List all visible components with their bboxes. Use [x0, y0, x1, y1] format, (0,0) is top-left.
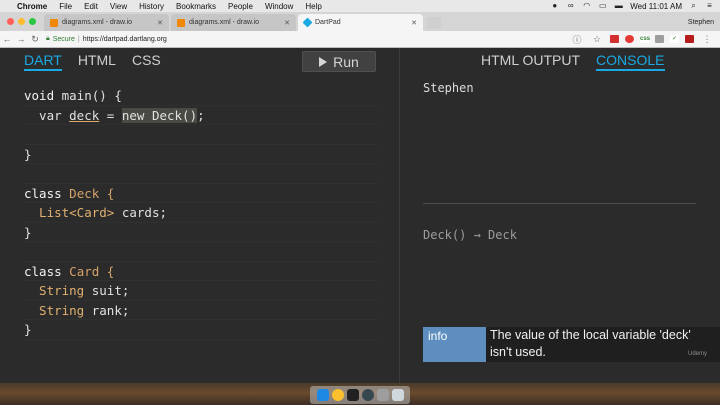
documentation-text: Deck() → Deck	[423, 228, 517, 242]
more-icon[interactable]: ⋮	[700, 34, 714, 45]
code-line: }	[24, 223, 377, 242]
obs-icon[interactable]	[361, 389, 374, 401]
menu-app-name[interactable]: Chrome	[11, 2, 53, 11]
omnibox[interactable]: 🔒︎ Secure | https://dartpad.dartlang.org	[46, 33, 564, 46]
editor-tabs: DART HTML CSS	[24, 52, 161, 71]
css-extension-icon[interactable]: css	[640, 35, 650, 43]
code-line: List<Card> cards;	[24, 203, 377, 223]
menu-people[interactable]: People	[222, 2, 259, 11]
extension-gray-icon[interactable]	[655, 35, 664, 43]
run-label: Run	[333, 53, 359, 70]
play-icon	[319, 56, 328, 67]
record-icon[interactable]: ●	[550, 2, 559, 10]
clock[interactable]: Wed 11:01 AM	[630, 2, 682, 11]
tab-dart[interactable]: DART	[24, 52, 62, 71]
tab-html[interactable]: HTML	[78, 52, 116, 71]
new-tab-button[interactable]	[427, 17, 441, 29]
dock-tray	[310, 386, 410, 404]
tab-dartpad[interactable]: DartPad ✕	[298, 14, 423, 31]
tab-drawio-2[interactable]: diagrams.xml - draw.io ✕	[171, 14, 296, 31]
tab-html-output[interactable]: HTML OUTPUT	[481, 52, 580, 71]
udemy-watermark: Udemy	[688, 351, 708, 357]
url-text[interactable]: https://dartpad.dartlang.org	[83, 36, 167, 43]
code-line: var deck = new Deck();	[24, 106, 377, 125]
secure-label: Secure	[52, 35, 75, 43]
extension-red2-icon[interactable]	[685, 35, 694, 43]
minimize-window-button[interactable]	[18, 18, 25, 25]
finder-icon[interactable]	[316, 389, 329, 401]
opera-icon[interactable]	[625, 35, 634, 43]
code-line: class Card {	[24, 262, 377, 281]
console-output: Stephen	[423, 81, 474, 95]
tab-title: diagrams.xml - draw.io	[62, 19, 133, 26]
check-icon[interactable]: ✓	[670, 35, 679, 43]
window-controls	[0, 18, 44, 31]
star-icon[interactable]: ☆	[590, 34, 604, 45]
extensions: ⓘ ☆ css ✓ ⋮	[564, 33, 720, 46]
mac-menubar: Chrome File Edit View History Bookmarks …	[0, 0, 720, 12]
code-line: void main() {	[24, 86, 377, 106]
menubar-status: ● ∞ ◠ ▭ ▬ Wed 11:01 AM ⌕ ≡	[550, 2, 720, 11]
code-line	[24, 125, 377, 145]
close-icon[interactable]: ✕	[284, 19, 290, 27]
drawio-icon	[50, 18, 58, 27]
menu-help[interactable]: Help	[299, 2, 327, 11]
zoom-window-button[interactable]	[29, 18, 36, 25]
airplay-icon[interactable]: ▭	[598, 2, 607, 10]
drawio-icon	[177, 18, 185, 27]
menu-view[interactable]: View	[104, 2, 133, 11]
profile-name[interactable]: Stephen	[688, 19, 720, 31]
dart-icon	[302, 17, 313, 28]
terminal-icon[interactable]	[346, 389, 359, 401]
panel-separator[interactable]	[423, 203, 696, 204]
code-line: String rank;	[24, 301, 377, 320]
code-line: String suit;	[24, 281, 377, 301]
info-icon[interactable]: ⓘ	[570, 33, 584, 46]
address-bar-row: ← → ↻ 🔒︎ Secure | https://dartpad.dartla…	[0, 31, 720, 48]
tab-console[interactable]: CONSOLE	[596, 52, 665, 71]
issue-message[interactable]: The value of the local variable 'deck' i…	[486, 327, 720, 362]
menu-file[interactable]: File	[53, 2, 78, 11]
extension-red-icon[interactable]	[610, 35, 619, 43]
wifi-icon[interactable]: ◠	[582, 2, 591, 10]
trash-icon[interactable]	[391, 389, 404, 401]
close-icon[interactable]: ✕	[411, 19, 417, 27]
dartpad-app: DART HTML CSS Run void main() { var deck…	[0, 48, 720, 383]
menu-window[interactable]: Window	[259, 2, 299, 11]
code-line: }	[24, 145, 377, 164]
search-icon[interactable]: ⌕	[689, 2, 698, 10]
menu-history[interactable]: History	[133, 2, 170, 11]
tab-css[interactable]: CSS	[132, 52, 161, 71]
code-line	[24, 164, 377, 184]
tab-title: diagrams.xml - draw.io	[189, 19, 260, 26]
issue-bar[interactable]: info The value of the local variable 'de…	[423, 327, 720, 362]
code-editor[interactable]: void main() { var deck = new Deck(); } c…	[24, 86, 377, 340]
glasses-icon[interactable]: ∞	[566, 2, 575, 10]
back-icon[interactable]: ←	[0, 34, 14, 44]
output-tabs: HTML OUTPUT CONSOLE	[481, 52, 665, 71]
close-window-button[interactable]	[7, 18, 14, 25]
mac-dock	[0, 383, 720, 405]
browser-tabstrip: diagrams.xml - draw.io ✕ diagrams.xml - …	[0, 12, 720, 31]
code-line: class Deck {	[24, 184, 377, 203]
lock-icon: 🔒︎	[46, 35, 50, 42]
folder-icon[interactable]	[376, 389, 389, 401]
menu-bookmarks[interactable]: Bookmarks	[170, 2, 222, 11]
code-line: }	[24, 320, 377, 340]
close-icon[interactable]: ✕	[157, 19, 163, 27]
tab-drawio-1[interactable]: diagrams.xml - draw.io ✕	[44, 14, 169, 31]
chrome-icon[interactable]	[331, 389, 344, 401]
panel-divider[interactable]	[399, 48, 400, 383]
menu-edit[interactable]: Edit	[78, 2, 104, 11]
reload-icon[interactable]: ↻	[28, 34, 42, 45]
separator: |	[77, 35, 80, 43]
forward-icon[interactable]: →	[14, 34, 28, 44]
run-button[interactable]: Run	[302, 51, 376, 72]
tab-title: DartPad	[315, 19, 341, 26]
code-line	[24, 242, 377, 262]
battery-icon[interactable]: ▬	[614, 2, 623, 10]
menu-list-icon[interactable]: ≡	[705, 2, 714, 10]
issue-severity-badge: info	[423, 327, 486, 362]
